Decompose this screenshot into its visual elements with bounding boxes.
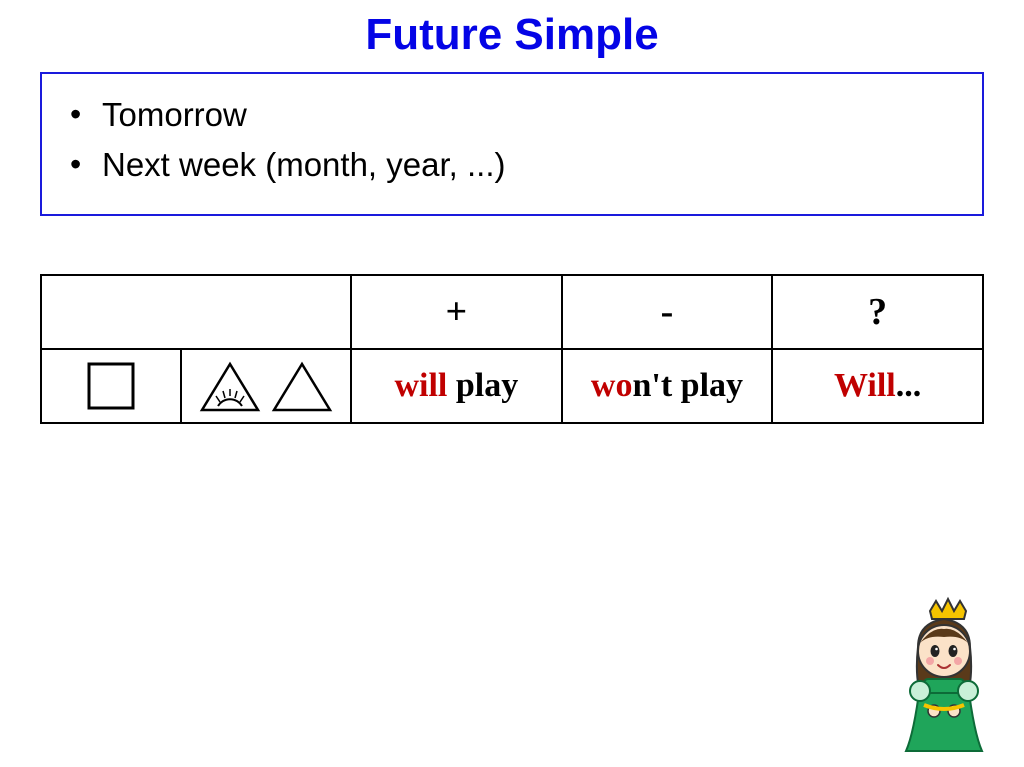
cell-negative: won't play bbox=[562, 349, 773, 423]
indicator-text: Tomorrow bbox=[102, 92, 247, 138]
indicator-text: Next week (month, year, ...) bbox=[102, 142, 505, 188]
aux-wo: wo bbox=[591, 367, 633, 404]
table-row: will play won't play Will... bbox=[41, 349, 983, 423]
aux-will: will bbox=[394, 367, 447, 404]
subject-shape-cell bbox=[41, 349, 181, 423]
page-title: Future Simple bbox=[0, 0, 1024, 72]
header-positive: + bbox=[351, 275, 562, 349]
princess-character-icon bbox=[884, 593, 1004, 753]
cell-question: Will... bbox=[772, 349, 983, 423]
q-rest: ... bbox=[896, 367, 922, 404]
verb-shape-cell bbox=[181, 349, 351, 423]
verb-play: play bbox=[447, 367, 518, 404]
cell-positive: will play bbox=[351, 349, 562, 423]
indicator-item: • Tomorrow bbox=[64, 92, 960, 138]
time-indicators-box: • Tomorrow • Next week (month, year, ...… bbox=[40, 72, 984, 216]
header-question: ? bbox=[772, 275, 983, 349]
bullet-dot: • bbox=[64, 142, 102, 187]
square-icon bbox=[85, 360, 137, 412]
aux-will-q: Will bbox=[834, 367, 896, 404]
neg-rest: n't play bbox=[632, 367, 743, 404]
triangle-sun-icon bbox=[198, 358, 262, 414]
header-empty bbox=[41, 275, 351, 349]
table-header-row: + - ? bbox=[41, 275, 983, 349]
bullet-dot: • bbox=[64, 92, 102, 137]
header-negative: - bbox=[562, 275, 773, 349]
grammar-table-wrap: + - ? bbox=[40, 274, 984, 424]
indicator-item: • Next week (month, year, ...) bbox=[64, 142, 960, 188]
grammar-table: + - ? bbox=[40, 274, 984, 424]
triangle-icon bbox=[270, 358, 334, 414]
